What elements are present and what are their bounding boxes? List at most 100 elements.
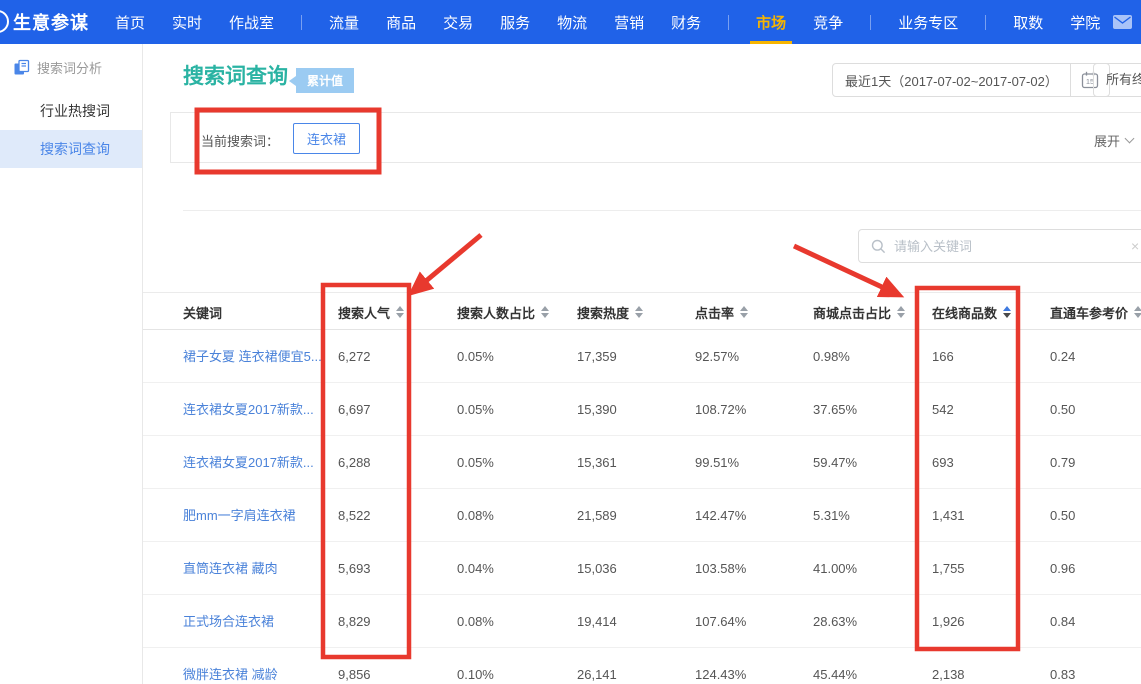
sort-icon[interactable] xyxy=(541,306,549,318)
current-keyword-panel: 当前搜索词： 连衣裙 展开 xyxy=(170,112,1141,163)
sidebar-group-search-analysis: 搜索词分析 xyxy=(13,58,102,77)
sort-icon[interactable] xyxy=(396,306,404,318)
cell: 45.44% xyxy=(813,648,857,684)
table-row-6: 微胖连衣裙 减龄 9,856 0.10% 26,141 124.43% 45.44% 2,1… xyxy=(143,648,1141,684)
clear-icon[interactable]: × xyxy=(1131,238,1139,254)
column-header-7[interactable]: 直通车参考价 xyxy=(1050,293,1141,331)
nav-item-3-0[interactable]: 业务专区 xyxy=(898,12,958,33)
sort-icon[interactable] xyxy=(740,306,748,318)
keyword-search: × xyxy=(858,229,1141,263)
keyword-link[interactable]: 微胖连衣裙 减龄 xyxy=(183,648,278,684)
cell: 92.57% xyxy=(695,330,739,383)
cell: 0.08% xyxy=(457,595,494,648)
nav-item-1-1[interactable]: 商品 xyxy=(386,12,416,33)
cell: 0.79 xyxy=(1050,436,1075,489)
table-row-5: 正式场合连衣裙8,8290.08%19,414107.64%28.63%1,92… xyxy=(143,595,1141,648)
search-terms-table: 关键词 搜索人气 搜索人数占比搜索热度 点击率 商城点击占比 在线商品数 直通车参考价 裙子… xyxy=(143,292,1141,684)
nav-item-1-5[interactable]: 营销 xyxy=(614,12,644,33)
table-row-1: 连衣裙女夏2017新款...6,6970.05%15,390108.72%37.… xyxy=(143,383,1141,436)
cell: 166 xyxy=(932,330,954,383)
column-label: 在线商品数 xyxy=(932,303,997,322)
cell: 0.96 xyxy=(1050,542,1075,595)
column-header-6[interactable]: 在线商品数 xyxy=(932,293,1011,331)
table-row-3: 肥mm一字肩连衣裙8,5220.08%21,589142.47%5.31%1,4… xyxy=(143,489,1141,542)
cell: 124.43% xyxy=(695,648,746,684)
cell: 26,141 xyxy=(577,648,617,684)
keyword-link[interactable]: 裙子女夏 连衣裙便宜5... xyxy=(183,330,322,383)
cell: 0.50 xyxy=(1050,383,1075,436)
column-label: 点击率 xyxy=(695,303,734,322)
table-row-0: 裙子女夏 连衣裙便宜5...6,2720.05%17,35992.57%0.98… xyxy=(143,330,1141,383)
nav-item-0-0[interactable]: 首页 xyxy=(115,12,145,33)
nav-item-0-1[interactable]: 实时 xyxy=(172,12,202,33)
cell: 0.24 xyxy=(1050,330,1075,383)
column-header-1[interactable]: 搜索人气 xyxy=(338,293,404,331)
cell: 15,390 xyxy=(577,383,617,436)
sort-icon[interactable] xyxy=(635,306,643,318)
nav-item-1-0[interactable]: 流量 xyxy=(329,12,359,33)
date-range-selector[interactable]: 最近1天（2017-07-02~2017-07-02） 15 xyxy=(832,63,1110,97)
cell: 693 xyxy=(932,436,954,489)
keyword-link[interactable]: 直筒连衣裙 藏肉 xyxy=(183,542,278,595)
cell: 0.05% xyxy=(457,383,494,436)
nav-item-0-2[interactable]: 作战室 xyxy=(229,12,274,33)
cell: 17,359 xyxy=(577,330,617,383)
cell: 1,926 xyxy=(932,595,965,648)
cell: 0.08% xyxy=(457,489,494,542)
nav-divider xyxy=(301,15,302,30)
sort-icon[interactable] xyxy=(1003,306,1011,318)
nav-menu: 首页 实时 作战室 流量 商品 交易 服务 物流 营销 财务 市场 竞争 业务专区 取数 学院 xyxy=(115,12,1100,33)
sidebar-item-search-term-query[interactable]: 搜索词查询 xyxy=(0,130,142,168)
cell: 542 xyxy=(932,383,954,436)
current-keyword-tag[interactable]: 连衣裙 xyxy=(293,123,360,154)
nav-item-1-4[interactable]: 物流 xyxy=(557,12,587,33)
expand-toggle[interactable]: 展开 xyxy=(1094,131,1133,150)
cell: 99.51% xyxy=(695,436,739,489)
keyword-link[interactable]: 正式场合连衣裙 xyxy=(183,595,274,648)
page-title: 搜索词查询 xyxy=(183,60,288,90)
keyword-link[interactable]: 连衣裙女夏2017新款... xyxy=(183,383,314,436)
sidebar-item-industry-hot-words[interactable]: 行业热搜词 xyxy=(0,101,142,121)
column-header-2[interactable]: 搜索人数占比 xyxy=(457,293,549,331)
keyword-link[interactable]: 肥mm一字肩连衣裙 xyxy=(183,489,296,542)
cell: 142.47% xyxy=(695,489,746,542)
cell: 103.58% xyxy=(695,542,746,595)
nav-item-2-0[interactable]: 市场 xyxy=(756,12,786,33)
app-logo[interactable]: 生意参谋 xyxy=(13,9,89,35)
cell: 2,138 xyxy=(932,648,965,684)
column-header-3[interactable]: 搜索热度 xyxy=(577,293,643,331)
nav-divider xyxy=(870,15,871,30)
column-label: 关键词 xyxy=(183,303,222,322)
cell: 9,856 xyxy=(338,648,371,684)
nav-item-4-1[interactable]: 学院 xyxy=(1070,12,1100,33)
column-header-5[interactable]: 商城点击占比 xyxy=(813,293,905,331)
nav-item-1-2[interactable]: 交易 xyxy=(443,12,473,33)
cell: 8,522 xyxy=(338,489,371,542)
cell: 37.65% xyxy=(813,383,857,436)
cell: 0.84 xyxy=(1050,595,1075,648)
nav-item-2-1[interactable]: 竞争 xyxy=(813,12,843,33)
keyword-link[interactable]: 连衣裙女夏2017新款... xyxy=(183,436,314,489)
nav-item-1-6[interactable]: 财务 xyxy=(671,12,701,33)
column-label: 直通车参考价 xyxy=(1050,303,1128,322)
search-icon xyxy=(871,239,886,254)
nav-divider xyxy=(728,15,729,30)
cell: 15,036 xyxy=(577,542,617,595)
column-label: 商城点击占比 xyxy=(813,303,891,322)
cell: 21,589 xyxy=(577,489,617,542)
cell: 6,288 xyxy=(338,436,371,489)
cell: 0.10% xyxy=(457,648,494,684)
cell: 1,755 xyxy=(932,542,965,595)
sort-icon[interactable] xyxy=(897,306,905,318)
sort-icon[interactable] xyxy=(1134,306,1141,318)
cell: 5.31% xyxy=(813,489,850,542)
nav-item-4-0[interactable]: 取数 xyxy=(1013,12,1043,33)
mail-icon[interactable] xyxy=(1113,15,1132,34)
cell: 6,697 xyxy=(338,383,371,436)
current-keyword-label: 当前搜索词： xyxy=(201,131,279,150)
search-input[interactable] xyxy=(894,239,1141,254)
terminal-filter-dropdown[interactable]: 所有终端 xyxy=(1093,63,1141,97)
column-header-4[interactable]: 点击率 xyxy=(695,293,748,331)
nav-item-1-3[interactable]: 服务 xyxy=(500,12,530,33)
nav-divider xyxy=(985,15,986,30)
